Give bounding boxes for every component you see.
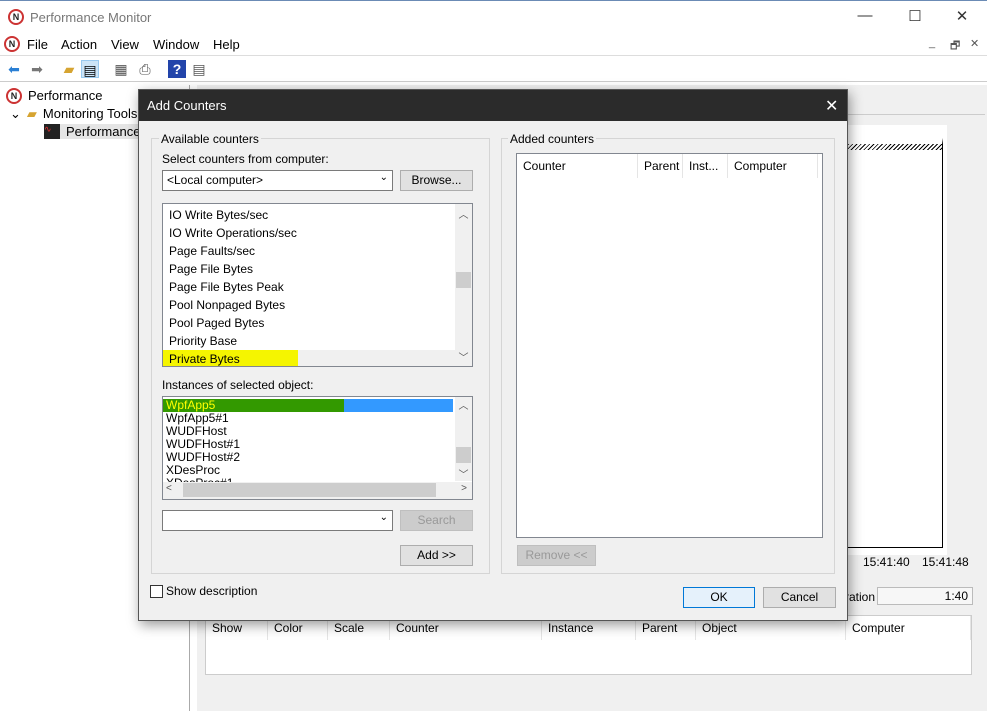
scroll-left-icon[interactable]: < [166,483,172,494]
counter-item[interactable]: Page File Bytes [163,260,472,278]
column-instance[interactable]: Inst... [683,154,728,178]
hscroll-thumb[interactable] [183,483,436,497]
instance-item[interactable]: XDesProc [163,464,472,477]
counter-item[interactable]: Pool Nonpaged Bytes [163,296,472,314]
chevron-down-icon: ⌄ [379,512,388,523]
menu-window[interactable]: Window [153,37,199,52]
counters-listbox[interactable]: IO Write Bytes/sec IO Write Operations/s… [162,203,473,367]
search-button[interactable]: Search [400,510,473,531]
column-computer[interactable]: Computer [728,154,818,178]
mdi-restore-button[interactable]: 🗗 [950,37,960,56]
scroll-down-icon[interactable]: ﹀ [455,349,472,364]
mdi-close-button[interactable]: ✕ [970,37,979,50]
window-title: Performance Monitor [30,10,152,25]
remove-button[interactable]: Remove << [517,545,596,566]
show-hide-tree-icon[interactable]: ▤ [81,60,99,78]
back-icon[interactable]: ⬅ [5,60,23,78]
search-combobox[interactable]: ⌄ [162,510,393,531]
column-counter[interactable]: Counter [517,154,638,178]
tree-item-performance[interactable]: N Performance [6,88,102,104]
scroll-up-icon[interactable]: ︿ [455,397,472,412]
counter-item[interactable]: IO Write Operations/sec [163,224,472,242]
minimize-button[interactable]: — [855,7,875,24]
add-counters-dialog: Add Counters ✕ Available counters Select… [138,89,848,621]
graph-plot [845,138,943,548]
counter-item-selected[interactable]: Private Bytes [163,350,472,366]
cancel-button[interactable]: Cancel [763,587,836,608]
time-label: 15:41:48 [922,555,969,569]
dialog-close-button[interactable]: ✕ [825,96,838,116]
menu-action[interactable]: Action [61,37,97,52]
checkbox-box[interactable] [150,584,163,598]
system-menu-icon[interactable]: N [4,36,20,52]
help-icon[interactable]: ? [168,60,186,78]
counter-legend-table: Show Color Scale Counter Instance Parent… [205,615,972,675]
select-computer-label: Select counters from computer: [162,152,329,166]
tree-item-monitoring-tools[interactable]: ⌄ ▰ Monitoring Tools [10,106,137,122]
instances-listbox[interactable]: WpfApp5 WpfApp5#1 WUDFHost WUDFHost#1 WU… [162,396,473,500]
show-action-pane-icon[interactable]: ▤ [190,60,208,78]
dialog-titlebar: Add Counters ✕ [139,90,847,121]
scroll-up-icon[interactable]: ︿ [455,206,472,221]
close-button[interactable]: ✕ [952,7,972,25]
menu-bar: N File Action View Window Help _ 🗗 ✕ [0,34,987,56]
instances-vscrollbar[interactable]: ︿ ﹀ [455,397,472,481]
folder-icon: ▰ [26,106,37,121]
add-button[interactable]: Add >> [400,545,473,566]
show-description-checkbox[interactable]: Show description [150,584,257,598]
toolbar: ⬅ ➡ ▰ ▤ ▦ ⎙ ? ▤ [0,56,987,82]
scroll-thumb[interactable] [456,272,471,288]
chevron-down-icon: ⌄ [379,172,388,183]
computer-combobox[interactable]: <Local computer> ⌄ [162,170,393,191]
mdi-minimize-button[interactable]: _ [929,37,935,49]
scroll-thumb[interactable] [456,447,471,463]
duration-value: 1:40 [877,587,973,605]
ok-button[interactable]: OK [683,587,755,608]
perfmon-icon: N [6,88,22,104]
time-label: 15:41:40 [863,555,910,569]
counter-item[interactable]: IO Write Bytes/sec [163,206,472,224]
counter-item[interactable]: Priority Base [163,332,472,350]
column-computer[interactable]: Computer [846,616,971,640]
counter-item[interactable]: Pool Paged Bytes [163,314,472,332]
menu-file[interactable]: File [27,37,48,52]
instances-hscrollbar[interactable]: < > [163,482,472,499]
perfmon-app-icon: N [8,9,24,25]
maximize-button[interactable]: ☐ [905,7,925,25]
up-folder-icon[interactable]: ▰ [60,60,78,78]
column-parent[interactable]: Parent [638,154,683,178]
counters-scrollbar[interactable]: ︿ ﹀ [455,204,472,366]
added-counters-list[interactable]: Counter Parent Inst... Computer [516,153,823,538]
dialog-title: Add Counters [147,98,227,113]
print-icon[interactable]: ⎙ [136,60,154,78]
properties-icon[interactable]: ▦ [112,60,130,78]
counter-item[interactable]: Page File Bytes Peak [163,278,472,296]
window-titlebar: N Performance Monitor — ☐ ✕ [0,0,987,34]
browse-button[interactable]: Browse... [400,170,473,191]
scroll-right-icon[interactable]: > [461,483,467,494]
instances-label: Instances of selected object: [162,378,314,392]
scroll-down-icon[interactable]: ﹀ [455,466,472,481]
available-counters-label: Available counters [159,132,261,146]
forward-icon[interactable]: ➡ [28,60,46,78]
counter-item[interactable]: Page Faults/sec [163,242,472,260]
menu-view[interactable]: View [111,37,139,52]
chart-icon: ∿ [44,124,60,139]
added-counters-label: Added counters [508,132,597,146]
expand-chevron-icon[interactable]: ⌄ [10,106,21,122]
menu-help[interactable]: Help [213,37,240,52]
